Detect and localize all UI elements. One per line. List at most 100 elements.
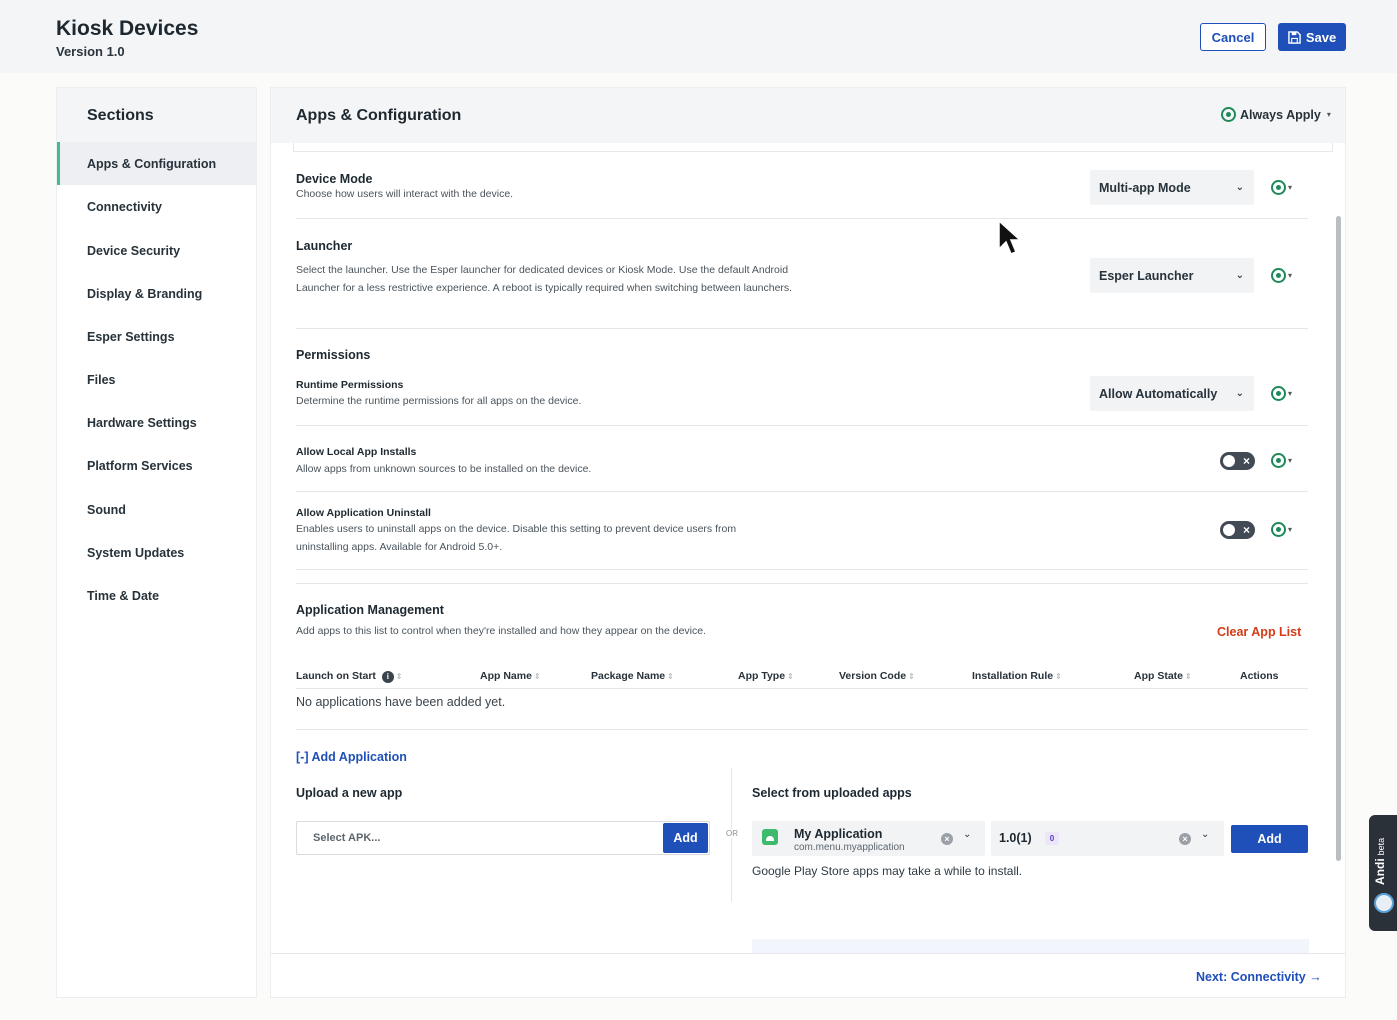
local-installs-apply-toggle[interactable]: ▾ xyxy=(1271,453,1292,468)
runtime-permissions-select[interactable]: Allow Automatically ⌄ xyxy=(1090,376,1254,411)
mouse-cursor-icon xyxy=(998,219,1021,255)
sidebar-title: Sections xyxy=(57,88,256,143)
divider xyxy=(296,425,1308,426)
device-mode-select[interactable]: Multi-app Mode ⌄ xyxy=(1090,170,1254,205)
sidebar-item-display-branding[interactable]: Display & Branding xyxy=(57,272,256,315)
launcher-apply-toggle[interactable]: ▾ xyxy=(1271,268,1292,283)
uninstall-toggle[interactable]: × xyxy=(1220,521,1255,539)
cancel-button[interactable]: Cancel xyxy=(1200,23,1266,51)
always-apply-label: Always Apply xyxy=(1240,107,1321,122)
device-mode-apply-toggle[interactable]: ▾ xyxy=(1271,180,1292,195)
th-label: Installation Rule xyxy=(972,670,1054,682)
apk-placeholder: Select APK... xyxy=(313,832,381,844)
th-actions: Actions xyxy=(1240,670,1279,682)
scrollbar[interactable] xyxy=(1336,216,1341,861)
empty-table-message: No applications have been added yet. xyxy=(296,695,506,709)
runtime-permissions-value: Allow Automatically xyxy=(1099,386,1218,401)
th-installation-rule[interactable]: Installation Rule ⇕ xyxy=(972,670,1062,682)
version-select[interactable]: 1.0(1) 0 × ⌄ xyxy=(991,821,1224,856)
info-strip xyxy=(752,939,1309,953)
clear-app-list-link[interactable]: Clear App List xyxy=(1217,625,1301,639)
uninstall-desc: Enables users to uninstall apps on the d… xyxy=(296,523,737,553)
chevron-down-icon: ⌄ xyxy=(1235,270,1244,281)
upload-heading: Upload a new app xyxy=(296,786,403,800)
divider xyxy=(296,218,1308,219)
clear-icon[interactable]: × xyxy=(1179,833,1191,845)
th-label: Package Name xyxy=(591,670,666,682)
sidebar-item-system-updates[interactable]: System Updates xyxy=(57,531,256,574)
main-header: Apps & Configuration Always Apply ▾ xyxy=(271,88,1345,143)
apply-ring-icon xyxy=(1271,268,1286,283)
uninstall-apply-toggle[interactable]: ▾ xyxy=(1271,522,1292,537)
uploaded-app-select[interactable]: My Application com.menu.myapplication × … xyxy=(752,821,985,856)
clear-icon[interactable]: × xyxy=(941,833,953,845)
add-application-toggle[interactable]: [-] Add Application xyxy=(296,750,407,764)
sidebar-item-device-security[interactable]: Device Security xyxy=(57,229,256,272)
device-mode-label: Device Mode xyxy=(296,172,373,186)
caret-down-icon: ▾ xyxy=(1288,271,1293,280)
info-icon[interactable]: i xyxy=(381,671,394,683)
play-store-note: Google Play Store apps may take a while … xyxy=(752,864,1023,878)
andi-label: Andibeta xyxy=(1373,837,1387,885)
launcher-label: Launcher xyxy=(296,239,353,253)
andi-logo-icon xyxy=(1374,893,1394,913)
x-icon: × xyxy=(1242,454,1250,468)
sort-icon: ⇕ xyxy=(395,672,403,681)
caret-down-icon: ▾ xyxy=(1288,389,1293,398)
th-app-name[interactable]: App Name ⇕ xyxy=(480,670,541,682)
save-button[interactable]: Save xyxy=(1278,23,1346,51)
th-package-name[interactable]: Package Name ⇕ xyxy=(591,670,674,682)
version-badge: 0 xyxy=(1045,832,1059,845)
runtime-apply-toggle[interactable]: ▾ xyxy=(1271,386,1292,401)
launcher-value: Esper Launcher xyxy=(1099,268,1194,283)
th-version-code[interactable]: Version Code ⇕ xyxy=(839,670,915,682)
save-icon xyxy=(1288,30,1301,44)
apk-add-button[interactable]: Add xyxy=(663,823,708,853)
launcher-select[interactable]: Esper Launcher ⌄ xyxy=(1090,258,1254,293)
sidebar-item-sound[interactable]: Sound xyxy=(57,488,256,531)
section-title: Apps & Configuration xyxy=(296,107,462,124)
divider xyxy=(296,491,1308,492)
apply-ring-icon xyxy=(1271,180,1286,195)
sidebar-item-connectivity[interactable]: Connectivity xyxy=(57,185,256,228)
th-app-type[interactable]: App Type ⇕ xyxy=(738,670,794,682)
apply-ring-icon xyxy=(1271,386,1286,401)
th-app-state[interactable]: App State ⇕ xyxy=(1134,670,1192,682)
th-launch-on-start[interactable]: Launch on Start i ⇕ xyxy=(296,670,403,683)
divider xyxy=(296,688,1308,689)
next-connectivity-link[interactable]: Next: Connectivity → xyxy=(1196,970,1322,984)
th-label: App State xyxy=(1134,670,1184,682)
local-installs-desc: Allow apps from unknown sources to be in… xyxy=(296,463,592,475)
runtime-permissions-desc: Determine the runtime permissions for al… xyxy=(296,395,582,407)
caret-down-icon: ▾ xyxy=(1288,525,1293,534)
apk-file-input[interactable]: Select APK... Add xyxy=(296,821,710,855)
always-apply-dropdown[interactable]: Always Apply ▾ xyxy=(1221,107,1331,122)
divider xyxy=(296,328,1308,329)
sidebar-item-esper-settings[interactable]: Esper Settings xyxy=(57,315,256,358)
add-uploaded-app-button[interactable]: Add xyxy=(1231,825,1308,853)
chevron-down-icon[interactable]: ⌄ xyxy=(1201,829,1209,840)
sidebar-item-time-date[interactable]: Time & Date xyxy=(57,574,256,617)
save-button-label: Save xyxy=(1305,29,1337,45)
sidebar-item-apps-configuration[interactable]: Apps & Configuration xyxy=(57,142,256,185)
sidebar-item-files[interactable]: Files xyxy=(57,358,256,401)
page-title: Kiosk Devices xyxy=(56,17,199,40)
caret-down-icon: ▾ xyxy=(1288,456,1293,465)
andi-assistant-tab[interactable]: Andibeta xyxy=(1369,815,1397,931)
android-app-icon xyxy=(762,829,778,845)
divider xyxy=(296,583,1308,584)
th-label: Actions xyxy=(1240,670,1279,682)
th-label: Launch on Start xyxy=(296,670,376,682)
th-label: App Name xyxy=(480,670,532,682)
sidebar-item-platform-services[interactable]: Platform Services xyxy=(57,444,256,487)
local-installs-toggle[interactable]: × xyxy=(1220,452,1255,470)
caret-down-icon: ▾ xyxy=(1326,110,1331,119)
chevron-down-icon[interactable]: ⌄ xyxy=(963,829,971,840)
selected-app-package: com.menu.myapplication xyxy=(794,842,905,853)
permissions-heading: Permissions xyxy=(296,348,371,362)
device-mode-desc: Choose how users will interact with the … xyxy=(296,188,514,200)
page-version: Version 1.0 xyxy=(56,44,125,59)
caret-down-icon: ▾ xyxy=(1288,183,1293,192)
sidebar-item-hardware-settings[interactable]: Hardware Settings xyxy=(57,401,256,444)
apply-ring-icon xyxy=(1271,522,1286,537)
